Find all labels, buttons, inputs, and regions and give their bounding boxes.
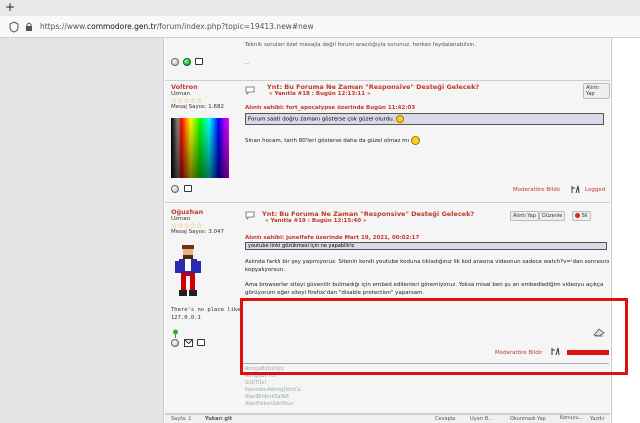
signature-line: KomodorAlbmgDörtCa — [245, 387, 301, 393]
quote-text: Forum saati doğru zamanı gösterse çok gü… — [248, 116, 395, 123]
post-title[interactable]: Ynt: Bu Foruma Ne Zaman "Responsive" Des… — [267, 83, 479, 91]
post-bubble-icon — [245, 86, 255, 95]
signature-line: AtariBinKirkSaTeE — [245, 394, 290, 400]
mark-unread-action[interactable]: Okunmadı Yap — [510, 416, 546, 422]
post-username[interactable]: Voltron — [171, 83, 198, 91]
logged-label: Logged — [585, 187, 606, 193]
highlight-box — [240, 298, 628, 375]
ip-icon — [571, 185, 580, 194]
reply-action[interactable]: Cevapla — [435, 416, 455, 422]
notify-action[interactable]: Uyarı B... — [470, 416, 493, 422]
post-title[interactable]: Ynt: Bu Foruma Ne Zaman "Responsive" Des… — [262, 210, 474, 218]
post-subtitle[interactable]: « Yanıtla #19 : Bugün 12:15:40 » — [265, 218, 367, 224]
post-body-text: Sinan hocam, tarih 80'leri gösterse daha… — [245, 138, 409, 144]
profile-globe-icon[interactable] — [171, 58, 179, 66]
print-action[interactable]: Yazdır — [590, 416, 605, 422]
delete-button[interactable]: Sil — [572, 211, 591, 221]
report-to-moderator-link[interactable]: Moderatöre Bildir — [513, 187, 561, 193]
url-path: /forum/index.php?topic=19413.new#new — [156, 22, 314, 31]
new-tab-icon[interactable]: + — [5, 0, 15, 14]
email-icon[interactable] — [184, 339, 193, 347]
smiley-icon — [396, 115, 405, 123]
delete-label: Sil — [581, 213, 588, 219]
post-bubble-icon — [245, 211, 255, 220]
url-prefix: https://www. — [40, 22, 87, 31]
post-message-count: Mesaj Sayısı: 1.682 — [171, 104, 225, 110]
quote-button[interactable]: Alıntı Yap — [510, 211, 539, 221]
ellipsis: ... — [245, 60, 250, 66]
post-body-paragraph-2: Ama browserlar siteyi güvenilir bulmadığ… — [245, 282, 604, 296]
quote-box: youtube linki gözükmesi için ne yapabili… — [245, 242, 607, 250]
quote-header[interactable]: Alıntı sahibi: fort_apocalypse üzerinde … — [245, 105, 415, 111]
message-icon[interactable] — [197, 339, 205, 346]
pagination-bar: Sayfa: 1 Yukarı git Cevapla Uyarı B... O… — [165, 414, 610, 423]
post-message-count: Mesaj Sayısı: 3.047 — [171, 229, 225, 235]
smiley-icon — [410, 136, 420, 145]
message-icon[interactable] — [195, 58, 203, 65]
send-topic-action[interactable]: Konuyu... — [560, 415, 583, 421]
signature-line: SiDiTÜvi — [245, 380, 266, 386]
quote-text: youtube linki gözükmesi için ne yapabili… — [248, 243, 355, 249]
signature-line: AtariFalkonSArOtuz — [245, 401, 294, 407]
shield-icon[interactable] — [9, 21, 19, 33]
post-body-paragraph-1: Aslında farklı bir şey yapmıyoruz. Siten… — [245, 259, 610, 273]
url-host: commodore.gen.tr — [86, 22, 157, 31]
quote-header[interactable]: Alıntı sahibi: junelfefe üzerinde Mart 1… — [245, 235, 419, 241]
post-body: Sinan hocam, tarih 80'leri gösterse daha… — [245, 136, 420, 146]
go-up-link[interactable]: Yukarı git — [205, 416, 232, 422]
signature-text-line1: There's no place like — [171, 307, 241, 313]
avatar — [175, 245, 201, 296]
browser-tab-strip: + — [0, 0, 640, 16]
post-voltron: Voltron Uzman ☆☆☆☆☆ Mesaj Sayısı: 1.682 … — [165, 81, 610, 203]
address-bar[interactable]: https://www.commodore.gen.tr/forum/index… — [0, 16, 640, 38]
url-text[interactable]: https://www.commodore.gen.tr/forum/index… — [40, 21, 314, 33]
quote-button[interactable]: Alıntı Yap — [583, 83, 610, 99]
quote-box: Forum saati doğru zamanı gösterse çok gü… — [245, 113, 604, 125]
forum-note: Teknik soruları özel mesajla değil forum… — [245, 42, 477, 48]
lock-icon[interactable] — [24, 21, 34, 33]
signature-text-line2: 127.0.0.1 — [171, 315, 201, 321]
post-username[interactable]: Oğuzhan — [171, 208, 203, 216]
page-label: Sayfa: 1 — [171, 416, 192, 422]
profile-globe-icon[interactable] — [171, 185, 179, 193]
post-subtitle[interactable]: « Yanıtla #18 : Bugün 12:13:11 » — [269, 91, 371, 97]
delete-icon — [575, 213, 580, 218]
profile-globe-icon[interactable] — [171, 339, 179, 347]
previous-post-tail: Teknik soruları özel mesajla değil forum… — [165, 38, 610, 81]
avatar — [171, 118, 229, 178]
karma-plant-icon — [173, 329, 178, 338]
online-status-icon[interactable] — [183, 58, 191, 66]
message-icon[interactable] — [184, 185, 192, 192]
edit-button[interactable]: Düzenle — [539, 211, 566, 221]
